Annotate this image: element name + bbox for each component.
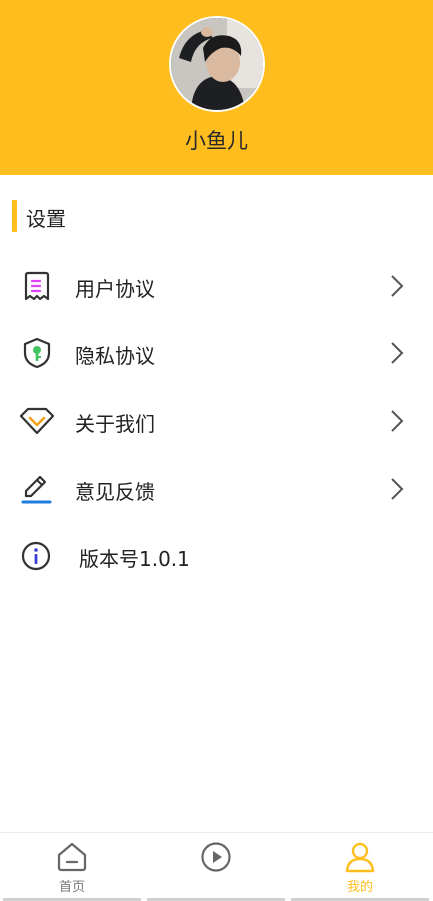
bottom-tab-bar: 首页 我的 — [0, 832, 433, 901]
diamond-icon — [19, 404, 55, 438]
document-icon — [20, 269, 54, 303]
menu-item-about-us[interactable]: 关于我们 — [0, 390, 433, 450]
tab-video[interactable] — [144, 833, 288, 901]
section-accent-bar — [12, 200, 17, 232]
play-icon — [200, 841, 232, 873]
user-icon — [344, 841, 376, 873]
menu-item-label: 意见反馈 — [75, 480, 155, 504]
menu-item-privacy-policy[interactable]: 隐私协议 — [0, 322, 433, 382]
chevron-right-icon — [386, 408, 406, 434]
avatar[interactable] — [169, 16, 265, 112]
profile-header: 小鱼儿 — [0, 0, 433, 175]
edit-pen-icon — [20, 472, 54, 506]
info-icon — [20, 539, 54, 573]
menu-item-version: 版本号1.0.1 — [0, 525, 433, 585]
shield-key-icon — [20, 336, 54, 370]
tab-label: 我的 — [346, 880, 373, 895]
tab-home[interactable]: 首页 — [0, 833, 144, 901]
tab-label: 首页 — [58, 880, 85, 895]
menu-item-user-agreement[interactable]: 用户协议 — [0, 255, 433, 315]
section-title: 设置 — [26, 207, 66, 231]
menu-item-label: 隐私协议 — [75, 344, 155, 368]
chevron-right-icon — [386, 273, 406, 299]
chevron-right-icon — [386, 476, 406, 502]
home-icon — [56, 841, 88, 873]
username: 小鱼儿 — [185, 129, 248, 153]
version-label: 版本号1.0.1 — [79, 547, 190, 571]
menu-item-label: 用户协议 — [75, 277, 155, 301]
menu-item-label: 关于我们 — [75, 412, 155, 436]
menu-item-feedback[interactable]: 意见反馈 — [0, 458, 433, 518]
chevron-right-icon — [386, 340, 406, 366]
tab-mine[interactable]: 我的 — [288, 833, 432, 901]
